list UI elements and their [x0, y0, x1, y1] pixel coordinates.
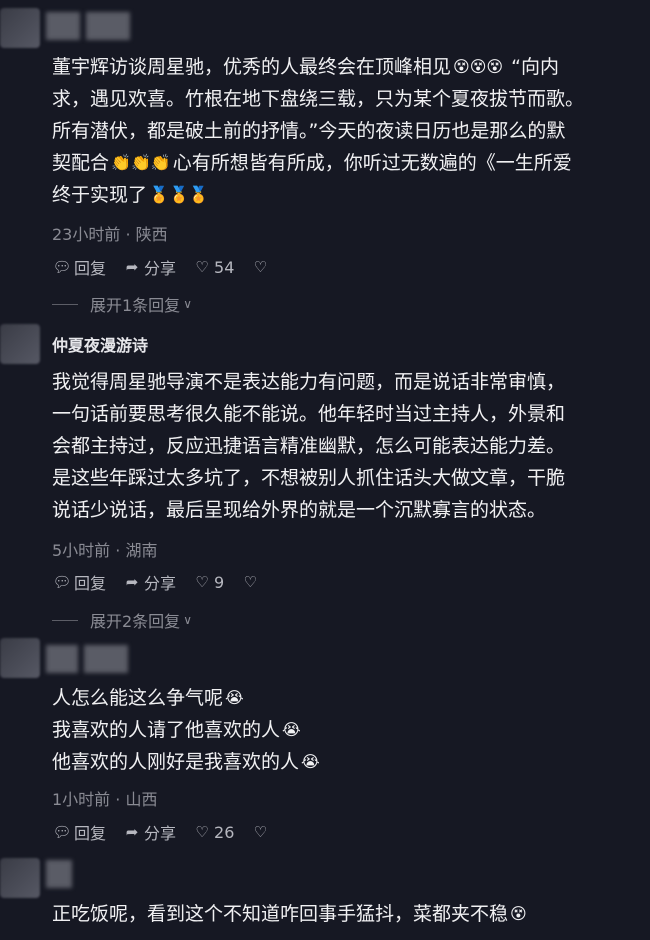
action-bar: 💬︎ 回复 ➦ 分享 ♡ 26 ♡	[52, 820, 288, 844]
reply-bubble-icon: 💬︎	[52, 573, 72, 591]
reply-button[interactable]: 💬︎ 回复	[52, 820, 106, 844]
username[interactable]: 仲夏夜漫游诗	[52, 332, 148, 356]
broken-heart-icon: ♡	[253, 258, 268, 276]
reply-bubble-icon: 💬︎	[52, 258, 72, 276]
clapping-hands-emoji: 👏👏👏	[111, 153, 171, 172]
like-button[interactable]: ♡ 9	[192, 573, 224, 592]
crying-emoji: 😭	[301, 752, 320, 771]
username-blurred[interactable]	[46, 645, 78, 673]
comment-text: 正吃饭呢，看到这个不知道咋回事手猛抖，菜都夹不稳 😵	[52, 898, 650, 930]
divider	[52, 303, 78, 305]
comment-text: 董宇辉访谈周星驰，优秀的人最终会在顶峰相见 😵😵😵 “向内 求，遇见欢喜。竹根在地…	[52, 51, 650, 211]
broken-heart-icon: ♡	[253, 823, 268, 841]
expand-replies[interactable]: 展开1条回复 ∨	[52, 292, 192, 316]
heart-icon: ♡	[195, 823, 209, 841]
share-arrow-icon: ➦	[125, 823, 139, 841]
comment-meta: 5小时前 · 湖南	[52, 541, 158, 560]
dizzy-face-emoji: 😵😵😵	[453, 57, 504, 76]
heart-icon: ♡	[195, 258, 209, 276]
comment-text: 人怎么能这么争气呢 😭 我喜欢的人请了他喜欢的人 😭 他喜欢的人刚好是我喜欢的人 😭	[52, 682, 650, 778]
reply-bubble-icon: 💬︎	[52, 823, 72, 841]
username-blurred[interactable]	[46, 860, 72, 888]
share-arrow-icon: ➦	[125, 258, 139, 276]
comment-text: 我觉得周星驰导演不是表达能力有问题，而是说话非常审慎， 一句话前要思考很久能不能…	[52, 371, 566, 521]
action-bar: 💬︎ 回复 ➦ 分享 ♡ 9 ♡	[52, 570, 278, 594]
crying-emoji: 😭	[282, 720, 301, 739]
share-button[interactable]: ➦ 分享	[122, 255, 176, 279]
divider	[52, 619, 78, 621]
medal-emoji: 🏅🏅🏅	[149, 185, 209, 204]
username-blurred[interactable]	[46, 12, 80, 40]
avatar[interactable]	[0, 324, 40, 364]
chevron-down-icon: ∨	[183, 297, 192, 311]
action-bar: 💬︎ 回复 ➦ 分享 ♡ 54 ♡	[52, 255, 288, 279]
share-button[interactable]: ➦ 分享	[122, 570, 176, 594]
dizzy-face-emoji: 😵	[510, 904, 527, 923]
share-button[interactable]: ➦ 分享	[122, 820, 176, 844]
dislike-button[interactable]: ♡	[240, 573, 262, 591]
username-blurred-2[interactable]	[84, 645, 128, 673]
chevron-down-icon: ∨	[183, 613, 192, 627]
comment-meta: 23小时前 · 陕西	[52, 225, 168, 244]
expand-replies[interactable]: 展开2条回复 ∨	[52, 608, 192, 632]
dislike-button[interactable]: ♡	[250, 823, 272, 841]
username-blurred-2[interactable]	[86, 12, 130, 40]
reply-button[interactable]: 💬︎ 回复	[52, 570, 106, 594]
heart-icon: ♡	[195, 573, 209, 591]
avatar[interactable]	[0, 858, 40, 898]
comment-meta: 1小时前 · 山西	[52, 790, 158, 809]
broken-heart-icon: ♡	[243, 573, 257, 591]
avatar[interactable]	[0, 638, 40, 678]
like-button[interactable]: ♡ 54	[192, 258, 234, 277]
like-button[interactable]: ♡ 26	[192, 823, 234, 842]
dislike-button[interactable]: ♡	[250, 258, 272, 276]
crying-emoji: 😭	[225, 688, 244, 707]
reply-button[interactable]: 💬︎ 回复	[52, 255, 106, 279]
share-arrow-icon: ➦	[125, 573, 139, 591]
avatar[interactable]	[0, 8, 40, 48]
